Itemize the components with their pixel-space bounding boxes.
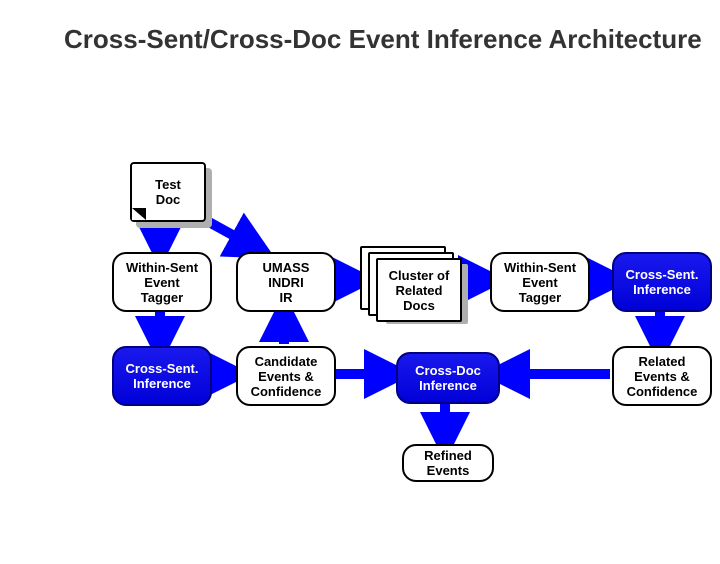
- crosssent2-label: Cross-Sent. Inference: [626, 267, 699, 297]
- crossdoc-label: Cross-Doc Inference: [415, 363, 481, 393]
- cross-sent-inference-2: Cross-Sent. Inference: [612, 252, 712, 312]
- within-sent-tagger-1: Within-Sent Event Tagger: [112, 252, 212, 312]
- cluster-docs-stack: Cluster of Related Docs: [360, 246, 460, 302]
- within-sent-tagger-2: Within-Sent Event Tagger: [490, 252, 590, 312]
- umass-indri-ir: UMASS INDRI IR: [236, 252, 336, 312]
- wstagger2-label: Within-Sent Event Tagger: [504, 260, 576, 305]
- candidate-events-box: Candidate Events & Confidence: [236, 346, 336, 406]
- refined-events-box: Refined Events: [402, 444, 494, 482]
- crosssent1-label: Cross-Sent. Inference: [126, 361, 199, 391]
- diagram-canvas: Test Doc Within-Sent Event Tagger UMASS …: [0, 24, 720, 564]
- wstagger1-label: Within-Sent Event Tagger: [126, 260, 198, 305]
- umass-label: UMASS INDRI IR: [263, 260, 310, 305]
- related-label: Related Events & Confidence: [627, 354, 698, 399]
- candidate-label: Candidate Events & Confidence: [251, 354, 322, 399]
- test-doc-label: Test Doc: [155, 177, 181, 207]
- cluster-label: Cluster of Related Docs: [389, 268, 450, 313]
- related-events-box: Related Events & Confidence: [612, 346, 712, 406]
- cross-sent-inference-1: Cross-Sent. Inference: [112, 346, 212, 406]
- refined-label: Refined Events: [424, 448, 472, 478]
- test-doc-box: Test Doc: [130, 162, 206, 222]
- cross-doc-inference: Cross-Doc Inference: [396, 352, 500, 404]
